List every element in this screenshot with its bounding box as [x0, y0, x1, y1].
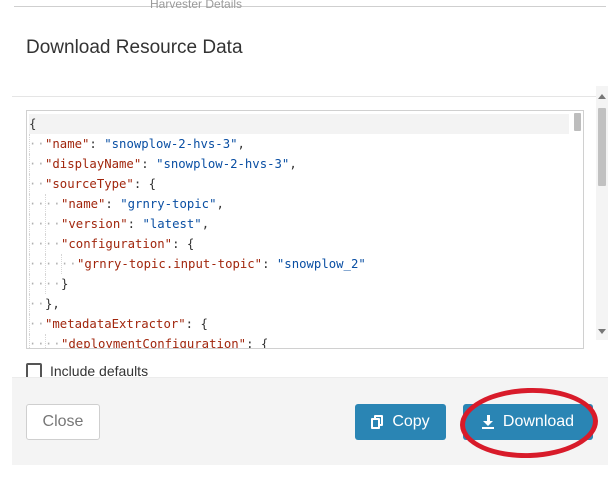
- code-line: "grnry-topic.input-topic": "snowplow_2": [29, 254, 569, 274]
- json-key: "name": [61, 197, 106, 211]
- code-line: "displayName": "snowplow-2-hvs-3",: [29, 154, 569, 174]
- indent-guide: [45, 234, 61, 254]
- download-button[interactable]: Download: [463, 404, 593, 440]
- json-key: "version": [61, 217, 128, 231]
- indent-guide: [45, 334, 61, 348]
- code-line: },: [29, 294, 569, 314]
- indent-guide: [29, 194, 45, 214]
- json-punct: ,: [216, 197, 224, 211]
- json-key: "deploymentConfiguration": [61, 337, 247, 349]
- json-key: "configuration": [61, 237, 173, 251]
- close-button-label: Close: [42, 413, 84, 430]
- code-line: "version": "latest",: [29, 214, 569, 234]
- indent-guide: [45, 254, 61, 274]
- indent-guide: [29, 274, 45, 294]
- indent-guide: [45, 214, 61, 234]
- json-punct: : {: [172, 237, 195, 251]
- json-string: "snowplow_2": [276, 257, 366, 271]
- json-key: "sourceType": [45, 177, 134, 191]
- json-key: "name": [45, 137, 90, 151]
- indent-guide: [45, 274, 61, 294]
- json-punct: :: [262, 257, 277, 271]
- json-key: "displayName": [45, 157, 142, 171]
- indent-guide: [29, 134, 45, 154]
- download-resource-modal: Download Resource Data { "name": "snowplo…: [12, 12, 608, 465]
- code-line: "configuration": {: [29, 234, 569, 254]
- copy-icon: [371, 415, 384, 429]
- modal-title: Download Resource Data: [26, 37, 243, 58]
- indent-guide: [29, 314, 45, 334]
- json-punct: : {: [133, 177, 157, 191]
- editor-scroll-marker: [574, 113, 581, 131]
- json-string: "snowplow-2-hvs-3": [156, 157, 290, 171]
- scroll-down-arrow-icon[interactable]: [598, 329, 606, 334]
- json-punct: {: [29, 117, 37, 131]
- editor-lines: {"name": "snowplow-2-hvs-3","displayName…: [29, 114, 569, 349]
- json-string: "grnry-topic": [120, 197, 217, 211]
- indent-guide: [29, 174, 45, 194]
- background-page: Harvester Details: [0, 0, 612, 12]
- code-line: "name": "snowplow-2-hvs-3",: [29, 134, 569, 154]
- scroll-thumb[interactable]: [598, 108, 606, 186]
- json-punct: : {: [246, 337, 269, 349]
- json-punct: ,: [237, 137, 245, 151]
- modal-scrollbar[interactable]: [596, 86, 608, 340]
- code-line: "name": "grnry-topic",: [29, 194, 569, 214]
- scroll-up-arrow-icon[interactable]: [598, 94, 606, 99]
- json-punct: ,: [289, 157, 297, 171]
- download-icon: [481, 415, 494, 429]
- json-punct: ,: [201, 217, 210, 231]
- json-key: "grnry-topic.input-topic": [77, 257, 263, 271]
- indent-guide: [29, 294, 45, 314]
- json-punct: : {: [185, 317, 208, 331]
- indent-guide: [29, 214, 45, 234]
- json-punct: :: [89, 137, 105, 151]
- json-string: "latest": [142, 217, 202, 231]
- title-divider: [12, 96, 608, 97]
- copy-button[interactable]: Copy: [355, 404, 446, 440]
- json-punct: :: [141, 157, 157, 171]
- json-punct: },: [45, 297, 60, 311]
- copy-button-label: Copy: [392, 413, 430, 430]
- background-divider: [14, 6, 606, 7]
- json-string: "snowplow-2-hvs-3": [104, 137, 238, 151]
- close-button[interactable]: Close: [26, 404, 100, 440]
- json-punct: :: [127, 217, 143, 231]
- code-line: "deploymentConfiguration": {: [29, 334, 569, 349]
- indent-guide: [29, 234, 45, 254]
- indent-guide: [45, 194, 61, 214]
- indent-guide: [29, 254, 45, 274]
- code-line: }: [29, 274, 569, 294]
- indent-guide: [29, 334, 45, 348]
- code-line: {: [29, 114, 569, 134]
- background-ghost-text: Harvester Details: [150, 0, 243, 11]
- indent-guide: [29, 154, 45, 174]
- indent-guide: [61, 254, 77, 274]
- json-key: "metadataExtractor": [45, 317, 186, 331]
- json-punct: :: [105, 197, 121, 211]
- json-editor[interactable]: {"name": "snowplow-2-hvs-3","displayName…: [26, 110, 584, 349]
- code-line: "metadataExtractor": {: [29, 314, 569, 334]
- code-line: "sourceType": {: [29, 174, 569, 194]
- json-punct: }: [61, 277, 69, 291]
- download-button-label: Download: [502, 413, 575, 430]
